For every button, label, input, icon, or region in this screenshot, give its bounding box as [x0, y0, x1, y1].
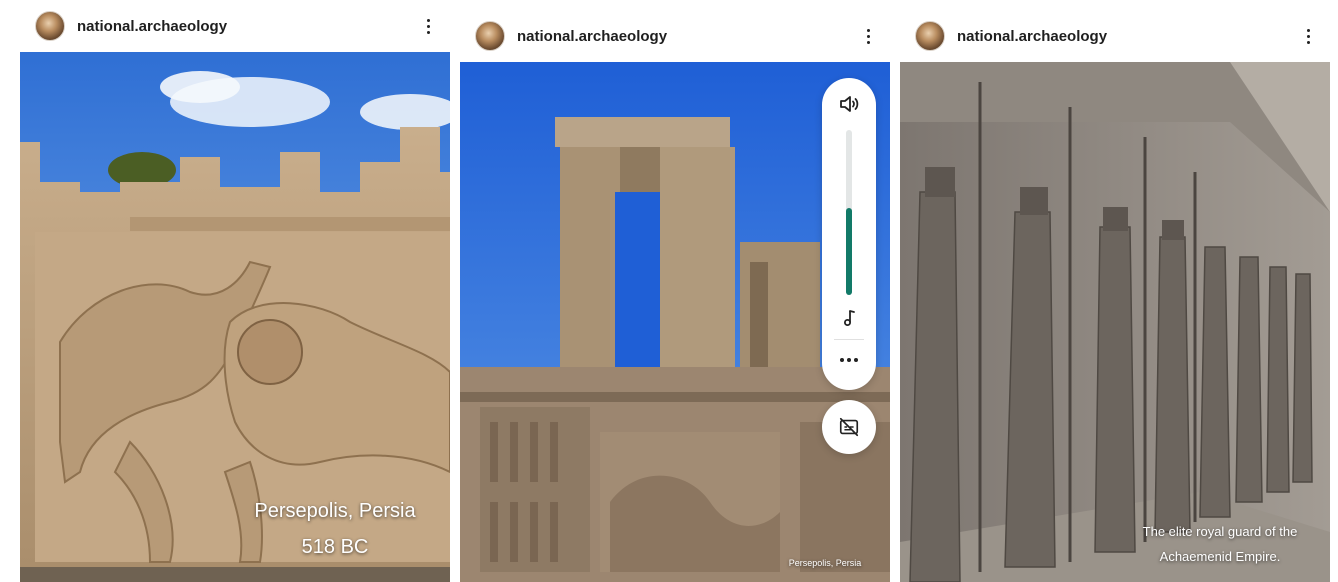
more-vertical-icon[interactable] — [418, 16, 438, 36]
post-image-bull-lion-relief[interactable]: Persepolis, Persia 518 BC — [20, 52, 450, 582]
volume-slider-fill — [846, 207, 852, 295]
captions-off-button[interactable] — [822, 400, 876, 454]
volume-icon[interactable] — [837, 92, 861, 116]
image-caption-location: Persepolis, Persia — [254, 500, 416, 522]
avatar[interactable] — [475, 21, 505, 51]
post-1: national.archaeology Persepolis, Persia … — [20, 0, 450, 582]
avatar[interactable] — [915, 21, 945, 51]
image-caption-line-2: Achaemenid Empire. — [1159, 549, 1281, 564]
username[interactable]: national.archaeology — [77, 18, 227, 35]
image-caption-line-1: The elite royal guard of the — [1142, 524, 1298, 539]
captions-off-icon — [839, 417, 859, 437]
more-vertical-icon[interactable] — [858, 26, 878, 46]
post-2: national.archaeology Persepolis, Persia — [460, 0, 890, 582]
username[interactable]: national.archaeology — [517, 28, 667, 45]
image-caption-date: 518 BC — [301, 536, 369, 558]
username[interactable]: national.archaeology — [957, 28, 1107, 45]
volume-slider[interactable] — [846, 130, 852, 295]
post-image-royal-guard-relief[interactable]: The elite royal guard of the Achaemenid … — [900, 62, 1330, 582]
avatar[interactable] — [35, 11, 65, 41]
divider — [834, 339, 864, 340]
more-horizontal-icon[interactable] — [837, 348, 861, 372]
volume-panel — [822, 78, 876, 390]
post-3: national.archaeology The elite royal gua… — [900, 0, 1330, 582]
post-header: national.archaeology — [460, 10, 890, 62]
image-caption-location: Persepolis, Persia — [788, 558, 862, 568]
music-note-icon[interactable] — [837, 306, 861, 330]
post-header: national.archaeology — [20, 0, 450, 52]
post-header: national.archaeology — [900, 10, 1330, 62]
more-vertical-icon[interactable] — [1298, 26, 1318, 46]
